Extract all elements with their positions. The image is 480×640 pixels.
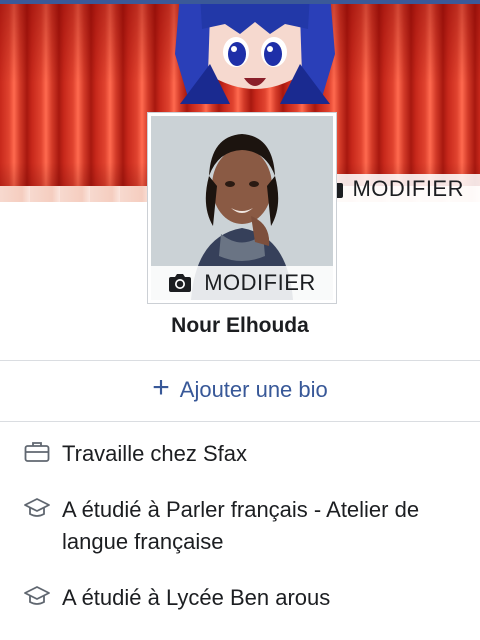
plus-icon: + xyxy=(152,371,170,404)
add-bio-label: Ajouter une bio xyxy=(179,376,328,402)
graduation-cap-icon xyxy=(24,586,50,605)
add-bio-button[interactable]: + Ajouter une bio xyxy=(0,371,480,404)
cover-anime-character xyxy=(175,4,335,104)
briefcase-icon xyxy=(24,442,50,462)
camera-icon xyxy=(169,274,192,292)
detail-education-text: A étudié à Lycée Ben arous xyxy=(62,585,331,610)
detail-work-text: Travaille chez Sfax xyxy=(62,441,248,466)
edit-cover-label: MODIFIER xyxy=(352,176,464,201)
detail-education[interactable]: A étudié à Parler français - Atelier de … xyxy=(24,494,472,558)
divider xyxy=(0,360,480,361)
edit-profile-picture-label: MODIFIER xyxy=(204,270,316,295)
detail-education-text: A étudié à Parler français - Atelier de … xyxy=(62,497,420,554)
edit-profile-picture-button[interactable]: MODIFIER xyxy=(151,266,333,300)
divider xyxy=(0,421,480,422)
graduation-cap-icon xyxy=(24,498,50,517)
edit-cover-button[interactable]: MODIFIER xyxy=(316,174,480,202)
detail-education[interactable]: A étudié à Lycée Ben arous xyxy=(24,582,472,614)
profile-picture[interactable]: MODIFIER xyxy=(148,113,336,303)
detail-work[interactable]: Travaille chez Sfax xyxy=(24,438,472,470)
profile-name: Nour Elhouda xyxy=(171,314,309,337)
